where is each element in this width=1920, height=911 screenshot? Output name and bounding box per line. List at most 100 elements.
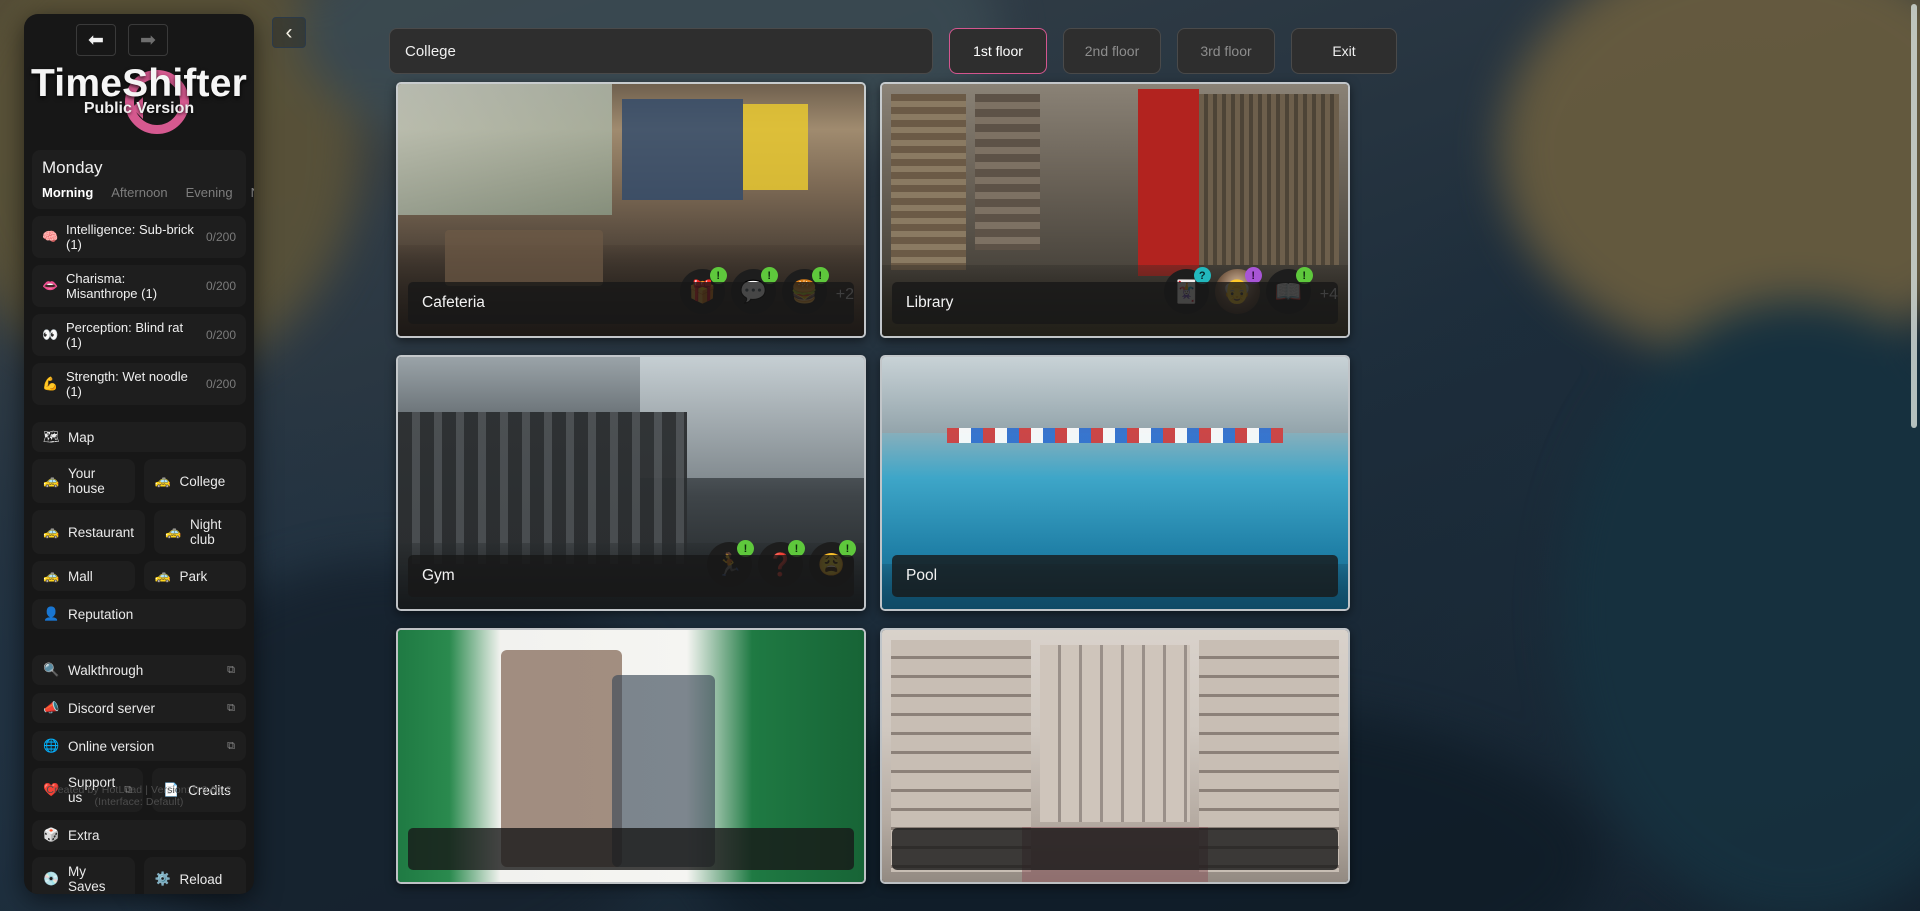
page-scrollbar[interactable] (1911, 4, 1917, 428)
car-icon: 🚕 (154, 473, 171, 488)
location-grid: 🎁 ! 💬 ! 🍔 ! +2 Cafeteria (396, 82, 1886, 911)
my-saves-label: My Saves (68, 864, 106, 894)
location-tile-gym[interactable]: 🏃 ! ❓ ! 😩 ! Gym (396, 355, 866, 611)
online-version-link[interactable]: 🌐 Online version ⧉ (32, 731, 246, 761)
back-button[interactable]: ⬅ (76, 24, 116, 56)
location-tile-5[interactable] (396, 628, 866, 884)
stat-row[interactable]: 👀 Perception: Blind rat (1) 0/200 (32, 314, 246, 356)
floor-button-3rd[interactable]: 3rd floor (1177, 28, 1275, 74)
eyes-icon: 👀 (42, 327, 59, 342)
game-window: ⬅ ➡ TimeShifter Public Version Monday Mo… (0, 0, 1920, 911)
logo-title: TimeShifter (30, 62, 248, 105)
collapse-sidebar-button[interactable]: ‹ (272, 17, 306, 48)
reload-button[interactable]: ⚙️ Reload (143, 857, 246, 894)
stat-value: 0/200 (205, 377, 236, 391)
tile-name: Pool (892, 555, 1338, 597)
location-field[interactable]: College (389, 28, 933, 74)
tile-name: Gym (408, 555, 854, 597)
extra-button[interactable]: 🎲 Extra (32, 820, 246, 850)
stat-value: 0/200 (205, 230, 236, 244)
exit-button[interactable]: Exit (1291, 28, 1397, 74)
map-label: Map (68, 429, 95, 445)
tab-morning[interactable]: Morning (42, 185, 93, 200)
place-college[interactable]: 🚕 College (143, 459, 246, 503)
external-link-icon: ⧉ (227, 663, 235, 676)
tab-afternoon[interactable]: Afternoon (111, 185, 167, 200)
stat-row[interactable]: 💪 Strength: Wet noodle (1) 0/200 (32, 363, 246, 405)
place-label: College (179, 473, 226, 489)
place-label: Your house (68, 466, 105, 496)
external-link-icon: ⧉ (227, 739, 235, 752)
places-row: 🚕 Your house 🚕 College (32, 459, 246, 503)
location-tile-cafeteria[interactable]: 🎁 ! 💬 ! 🍔 ! +2 Cafeteria (396, 82, 866, 338)
place-label: Restaurant (68, 524, 135, 540)
place-night-club[interactable]: 🚕 Night club (154, 510, 246, 554)
car-icon: 🚕 (43, 473, 60, 488)
online-version-label: Online version (68, 738, 155, 754)
save-icon: 💿 (43, 871, 60, 886)
floor-label: 1st floor (973, 43, 1023, 59)
car-icon: 🚕 (165, 524, 182, 539)
walkthrough-link[interactable]: 🔍 Walkthrough ⧉ (32, 655, 246, 685)
stat-value: 0/200 (205, 279, 236, 293)
map-icon: 🗺 (43, 429, 60, 444)
floor-button-2nd[interactable]: 2nd floor (1063, 28, 1161, 74)
tile-name (892, 828, 1338, 870)
gear-icon: ⚙️ (154, 871, 171, 886)
location-tile-pool[interactable]: Pool (880, 355, 1350, 611)
discord-link[interactable]: 📣 Discord server ⧉ (32, 693, 246, 723)
reputation-button[interactable]: 👤 Reputation (32, 599, 246, 629)
reputation-label: Reputation (68, 606, 134, 622)
globe-icon: 🌐 (43, 738, 60, 753)
tab-evening[interactable]: Evening (186, 185, 233, 200)
floor-button-1st[interactable]: 1st floor (949, 28, 1047, 74)
places-row: 🚕 Mall 🚕 Park (32, 561, 246, 591)
brain-icon: 🧠 (42, 229, 59, 244)
logo-subtitle: Public Version (83, 99, 195, 117)
forward-button[interactable]: ➡ (128, 24, 168, 56)
stat-value: 0/200 (205, 328, 236, 342)
person-icon: 👤 (43, 606, 60, 621)
stat-row[interactable]: 👄 Charisma: Misanthrope (1) 0/200 (32, 265, 246, 307)
stat-label: Intelligence: Sub-brick (1) (66, 222, 194, 252)
place-restaurant[interactable]: 🚕 Restaurant (32, 510, 146, 554)
chevron-left-icon: ‹ (285, 20, 293, 44)
place-label: Park (179, 568, 208, 584)
map-button[interactable]: 🗺 Map (32, 422, 246, 452)
exit-label: Exit (1332, 43, 1356, 59)
discord-label: Discord server (68, 700, 156, 716)
day-label: Monday (42, 158, 103, 177)
muscle-icon: 💪 (42, 376, 59, 391)
walkthrough-label: Walkthrough (68, 662, 144, 678)
location-tile-library[interactable]: 🃏 ? 👴 ! 📖 ! +4 Library (880, 82, 1350, 338)
sidebar-nav-row: ⬅ ➡ (24, 14, 254, 56)
credit-text: Created by HotLoad | Version: 0.9.01.2 (… (46, 784, 232, 808)
topbar: College 1st floor 2nd floor 3rd floor Ex… (389, 28, 1397, 74)
day-panel: Monday Morning Afternoon Evening Night (32, 150, 254, 209)
floor-label: 2nd floor (1084, 43, 1140, 59)
external-link-icon: ⧉ (227, 701, 235, 714)
reload-label: Reload (179, 871, 223, 887)
logo: TimeShifter Public Version (24, 62, 254, 142)
magnifier-icon: 🔍 (43, 662, 60, 677)
tab-night[interactable]: Night (251, 185, 254, 200)
place-park[interactable]: 🚕 Park (143, 561, 246, 591)
saves-reload-row: 💿 My Saves ⚙️ Reload (32, 857, 246, 894)
my-saves-button[interactable]: 💿 My Saves (32, 857, 135, 894)
stat-label: Strength: Wet noodle (1) (66, 369, 188, 399)
car-icon: 🚕 (43, 524, 60, 539)
arrow-left-icon: ⬅ (88, 29, 104, 51)
place-label: Mall (68, 568, 93, 584)
place-your-house[interactable]: 🚕 Your house (32, 459, 135, 503)
time-of-day-tabs: Morning Afternoon Evening Night (42, 185, 254, 200)
extra-label: Extra (68, 827, 100, 843)
car-icon: 🚕 (154, 568, 171, 583)
sidebar: ⬅ ➡ TimeShifter Public Version Monday Mo… (24, 14, 254, 894)
place-mall[interactable]: 🚕 Mall (32, 561, 135, 591)
places-row: 🚕 Restaurant 🚕 Night club (32, 510, 246, 554)
stat-label: Charisma: Misanthrope (1) (66, 271, 158, 301)
tile-name (408, 828, 854, 870)
location-tile-6[interactable] (880, 628, 1350, 884)
floor-label: 3rd floor (1200, 43, 1252, 59)
stat-row[interactable]: 🧠 Intelligence: Sub-brick (1) 0/200 (32, 216, 246, 258)
